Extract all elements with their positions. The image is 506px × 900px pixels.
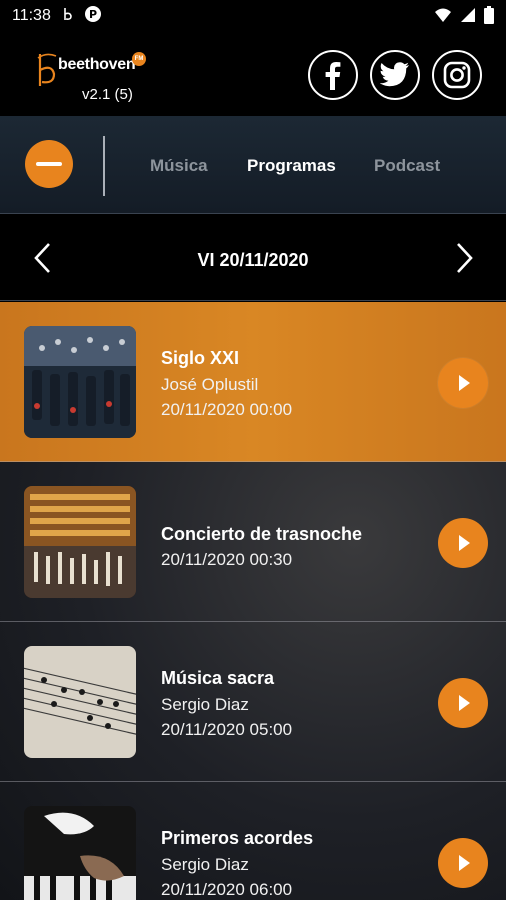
play-button[interactable] (438, 838, 488, 888)
program-title: Concierto de trasnoche (161, 524, 363, 544)
program-title: Siglo XXI (161, 348, 240, 368)
next-day-button[interactable] (453, 241, 477, 275)
program-datetime: 20/11/2020 00:30 (161, 550, 293, 569)
program-row[interactable]: Siglo XXI José Oplustil 20/11/2020 00:00 (0, 302, 506, 462)
program-host: Sergio Diaz (161, 855, 249, 874)
program-host: José Oplustil (161, 375, 259, 394)
program-row[interactable]: Concierto de trasnoche 20/11/2020 00:30 (0, 462, 506, 622)
program-datetime: 20/11/2020 00:00 (161, 400, 293, 419)
minus-icon (36, 162, 62, 166)
program-title: Música sacra (161, 668, 275, 688)
program-datetime: 20/11/2020 06:00 (161, 880, 293, 899)
nav-divider (103, 136, 105, 196)
program-row[interactable]: Música sacra Sergio Diaz 20/11/2020 05:0… (0, 622, 506, 782)
twitter-button[interactable] (370, 50, 420, 100)
logo-badge: FM (132, 52, 146, 66)
collapse-menu-button[interactable] (25, 140, 73, 188)
play-button[interactable] (438, 518, 488, 568)
twitter-icon (380, 62, 409, 87)
svg-text:P: P (89, 8, 97, 21)
program-title: Primeros acordes (161, 828, 314, 848)
battery-icon (484, 6, 494, 29)
play-button[interactable] (438, 678, 488, 728)
parking-notification-icon: P (84, 5, 101, 27)
date-selector: VI 20/11/2020 (0, 215, 506, 301)
program-image-sheet-music (24, 646, 136, 758)
wifi-icon (434, 7, 452, 28)
current-date: VI 20/11/2020 (197, 250, 309, 270)
program-image-mixing-console (24, 326, 136, 438)
app-header: beethoven FM v2.1 (5) (0, 32, 506, 116)
facebook-icon (325, 62, 341, 90)
section-nav: Música Programas Podcast (0, 116, 506, 214)
beethoven-notification-icon (61, 6, 77, 27)
tab-musica[interactable]: Música (150, 156, 208, 176)
program-datetime: 20/11/2020 05:00 (161, 720, 293, 739)
status-time: 11:38 (12, 7, 51, 24)
status-bar: 11:38 P (0, 0, 506, 32)
program-host: Sergio Diaz (161, 695, 249, 714)
tab-programas[interactable]: Programas (247, 156, 336, 176)
instagram-button[interactable] (432, 50, 482, 100)
play-button[interactable] (438, 358, 488, 408)
app-version: v2.1 (5) (82, 86, 133, 103)
instagram-icon (443, 61, 471, 89)
facebook-button[interactable] (308, 50, 358, 100)
program-image-piano-hands (24, 806, 136, 900)
tab-podcast[interactable]: Podcast (374, 156, 440, 176)
program-list: Siglo XXI José Oplustil 20/11/2020 00:00 (0, 302, 506, 900)
logo-text: beethoven (58, 56, 136, 73)
program-image-opera-house (24, 486, 136, 598)
signal-icon (460, 7, 476, 28)
program-row[interactable]: Primeros acordes Sergio Diaz 20/11/2020 … (0, 782, 506, 900)
